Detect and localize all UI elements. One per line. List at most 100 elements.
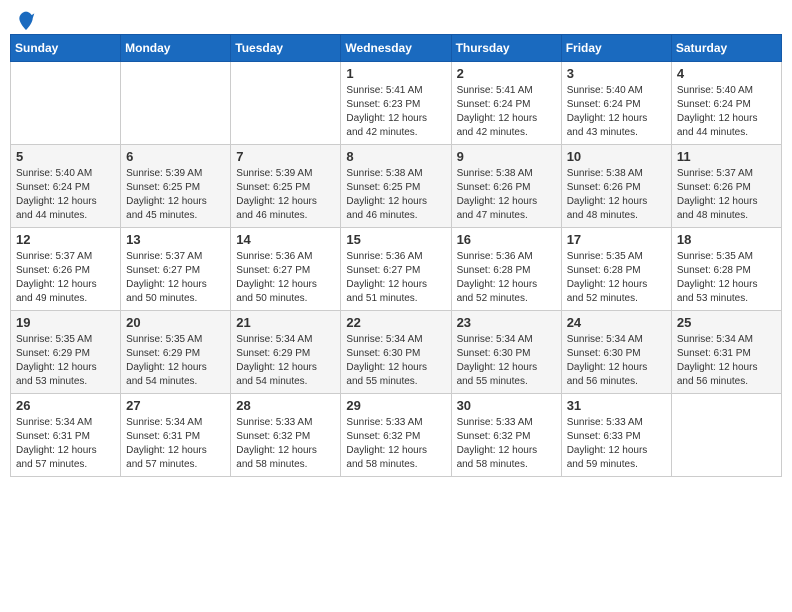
day-cell: 11 Sunrise: 5:37 AMSunset: 6:26 PMDayligh…	[671, 145, 781, 228]
header	[10, 10, 782, 26]
day-number: 10	[567, 149, 666, 164]
day-cell: 30 Sunrise: 5:33 AMSunset: 6:32 PMDayligh…	[451, 394, 561, 477]
day-info: Sunrise: 5:36 AMSunset: 6:27 PMDaylight:…	[346, 250, 445, 306]
day-info: Sunrise: 5:34 AMSunset: 6:31 PMDaylight:…	[126, 416, 225, 472]
day-cell: 29 Sunrise: 5:33 AMSunset: 6:32 PMDayligh…	[341, 394, 451, 477]
day-info: Sunrise: 5:33 AMSunset: 6:32 PMDaylight:…	[346, 416, 445, 472]
day-cell	[671, 394, 781, 477]
day-number: 4	[677, 66, 776, 81]
day-info: Sunrise: 5:40 AMSunset: 6:24 PMDaylight:…	[677, 84, 776, 140]
weekday-header-tuesday: Tuesday	[231, 35, 341, 62]
day-cell: 2 Sunrise: 5:41 AMSunset: 6:24 PMDaylight…	[451, 62, 561, 145]
day-info: Sunrise: 5:37 AMSunset: 6:27 PMDaylight:…	[126, 250, 225, 306]
day-cell: 4 Sunrise: 5:40 AMSunset: 6:24 PMDaylight…	[671, 62, 781, 145]
day-cell: 9 Sunrise: 5:38 AMSunset: 6:26 PMDaylight…	[451, 145, 561, 228]
weekday-header-row: SundayMondayTuesdayWednesdayThursdayFrid…	[11, 35, 782, 62]
day-info: Sunrise: 5:34 AMSunset: 6:29 PMDaylight:…	[236, 333, 335, 389]
weekday-header-monday: Monday	[121, 35, 231, 62]
day-number: 7	[236, 149, 335, 164]
day-number: 15	[346, 232, 445, 247]
day-info: Sunrise: 5:38 AMSunset: 6:26 PMDaylight:…	[457, 167, 556, 223]
day-number: 12	[16, 232, 115, 247]
day-number: 2	[457, 66, 556, 81]
logo-icon	[16, 10, 36, 30]
day-number: 19	[16, 315, 115, 330]
day-number: 29	[346, 398, 445, 413]
day-info: Sunrise: 5:35 AMSunset: 6:28 PMDaylight:…	[677, 250, 776, 306]
day-info: Sunrise: 5:38 AMSunset: 6:26 PMDaylight:…	[567, 167, 666, 223]
day-cell: 14 Sunrise: 5:36 AMSunset: 6:27 PMDayligh…	[231, 228, 341, 311]
day-cell: 15 Sunrise: 5:36 AMSunset: 6:27 PMDayligh…	[341, 228, 451, 311]
day-cell: 24Sunrise: 5:34 AMSunset: 6:30 PMDayligh…	[561, 311, 671, 394]
day-number: 28	[236, 398, 335, 413]
day-number: 13	[126, 232, 225, 247]
day-cell: 19 Sunrise: 5:35 AMSunset: 6:29 PMDayligh…	[11, 311, 121, 394]
week-row-3: 12 Sunrise: 5:37 AMSunset: 6:26 PMDayligh…	[11, 228, 782, 311]
day-info: Sunrise: 5:37 AMSunset: 6:26 PMDaylight:…	[677, 167, 776, 223]
day-number: 11	[677, 149, 776, 164]
week-row-1: 1 Sunrise: 5:41 AMSunset: 6:23 PMDaylight…	[11, 62, 782, 145]
weekday-header-saturday: Saturday	[671, 35, 781, 62]
day-info: Sunrise: 5:34 AMSunset: 6:30 PMDaylight:…	[457, 333, 556, 389]
day-info: Sunrise: 5:35 AMSunset: 6:29 PMDaylight:…	[16, 333, 115, 389]
day-cell: 21 Sunrise: 5:34 AMSunset: 6:29 PMDayligh…	[231, 311, 341, 394]
day-cell: 17 Sunrise: 5:35 AMSunset: 6:28 PMDayligh…	[561, 228, 671, 311]
day-cell: 22 Sunrise: 5:34 AMSunset: 6:30 PMDayligh…	[341, 311, 451, 394]
week-row-4: 19 Sunrise: 5:35 AMSunset: 6:29 PMDayligh…	[11, 311, 782, 394]
day-info: Sunrise: 5:41 AMSunset: 6:23 PMDaylight:…	[346, 84, 445, 140]
day-number: 30	[457, 398, 556, 413]
day-number: 20	[126, 315, 225, 330]
day-number: 26	[16, 398, 115, 413]
day-info: Sunrise: 5:39 AMSunset: 6:25 PMDaylight:…	[126, 167, 225, 223]
day-number: 9	[457, 149, 556, 164]
day-cell: 18 Sunrise: 5:35 AMSunset: 6:28 PMDayligh…	[671, 228, 781, 311]
day-info: Sunrise: 5:35 AMSunset: 6:28 PMDaylight:…	[567, 250, 666, 306]
day-number: 23	[457, 315, 556, 330]
day-info: Sunrise: 5:39 AMSunset: 6:25 PMDaylight:…	[236, 167, 335, 223]
day-number: 5	[16, 149, 115, 164]
day-cell: 23 Sunrise: 5:34 AMSunset: 6:30 PMDayligh…	[451, 311, 561, 394]
day-number: 21	[236, 315, 335, 330]
day-cell: 12 Sunrise: 5:37 AMSunset: 6:26 PMDayligh…	[11, 228, 121, 311]
day-cell: 27 Sunrise: 5:34 AMSunset: 6:31 PMDayligh…	[121, 394, 231, 477]
day-number: 27	[126, 398, 225, 413]
day-info: Sunrise: 5:33 AMSunset: 6:33 PMDaylight:…	[567, 416, 666, 472]
day-info: Sunrise: 5:41 AMSunset: 6:24 PMDaylight:…	[457, 84, 556, 140]
weekday-header-sunday: Sunday	[11, 35, 121, 62]
day-cell: 31 Sunrise: 5:33 AMSunset: 6:33 PMDayligh…	[561, 394, 671, 477]
day-cell: 10 Sunrise: 5:38 AMSunset: 6:26 PMDayligh…	[561, 145, 671, 228]
week-row-5: 26 Sunrise: 5:34 AMSunset: 6:31 PMDayligh…	[11, 394, 782, 477]
day-cell: 6Sunrise: 5:39 AMSunset: 6:25 PMDaylight…	[121, 145, 231, 228]
day-info: Sunrise: 5:36 AMSunset: 6:28 PMDaylight:…	[457, 250, 556, 306]
day-cell: 25 Sunrise: 5:34 AMSunset: 6:31 PMDayligh…	[671, 311, 781, 394]
day-cell: 3Sunrise: 5:40 AMSunset: 6:24 PMDaylight…	[561, 62, 671, 145]
day-number: 25	[677, 315, 776, 330]
day-number: 8	[346, 149, 445, 164]
logo	[14, 10, 36, 26]
day-info: Sunrise: 5:34 AMSunset: 6:31 PMDaylight:…	[677, 333, 776, 389]
day-cell	[121, 62, 231, 145]
day-number: 31	[567, 398, 666, 413]
day-info: Sunrise: 5:34 AMSunset: 6:30 PMDaylight:…	[346, 333, 445, 389]
weekday-header-friday: Friday	[561, 35, 671, 62]
day-number: 1	[346, 66, 445, 81]
day-number: 22	[346, 315, 445, 330]
day-info: Sunrise: 5:33 AMSunset: 6:32 PMDaylight:…	[236, 416, 335, 472]
day-cell	[11, 62, 121, 145]
day-number: 24	[567, 315, 666, 330]
day-number: 16	[457, 232, 556, 247]
day-info: Sunrise: 5:35 AMSunset: 6:29 PMDaylight:…	[126, 333, 225, 389]
day-info: Sunrise: 5:40 AMSunset: 6:24 PMDaylight:…	[16, 167, 115, 223]
day-info: Sunrise: 5:36 AMSunset: 6:27 PMDaylight:…	[236, 250, 335, 306]
day-cell: 26 Sunrise: 5:34 AMSunset: 6:31 PMDayligh…	[11, 394, 121, 477]
day-number: 17	[567, 232, 666, 247]
week-row-2: 5 Sunrise: 5:40 AMSunset: 6:24 PMDaylight…	[11, 145, 782, 228]
day-info: Sunrise: 5:34 AMSunset: 6:31 PMDaylight:…	[16, 416, 115, 472]
day-number: 14	[236, 232, 335, 247]
day-info: Sunrise: 5:33 AMSunset: 6:32 PMDaylight:…	[457, 416, 556, 472]
day-cell: 5 Sunrise: 5:40 AMSunset: 6:24 PMDaylight…	[11, 145, 121, 228]
day-cell: 13 Sunrise: 5:37 AMSunset: 6:27 PMDayligh…	[121, 228, 231, 311]
day-number: 18	[677, 232, 776, 247]
day-info: Sunrise: 5:37 AMSunset: 6:26 PMDaylight:…	[16, 250, 115, 306]
day-cell: 8Sunrise: 5:38 AMSunset: 6:25 PMDaylight…	[341, 145, 451, 228]
